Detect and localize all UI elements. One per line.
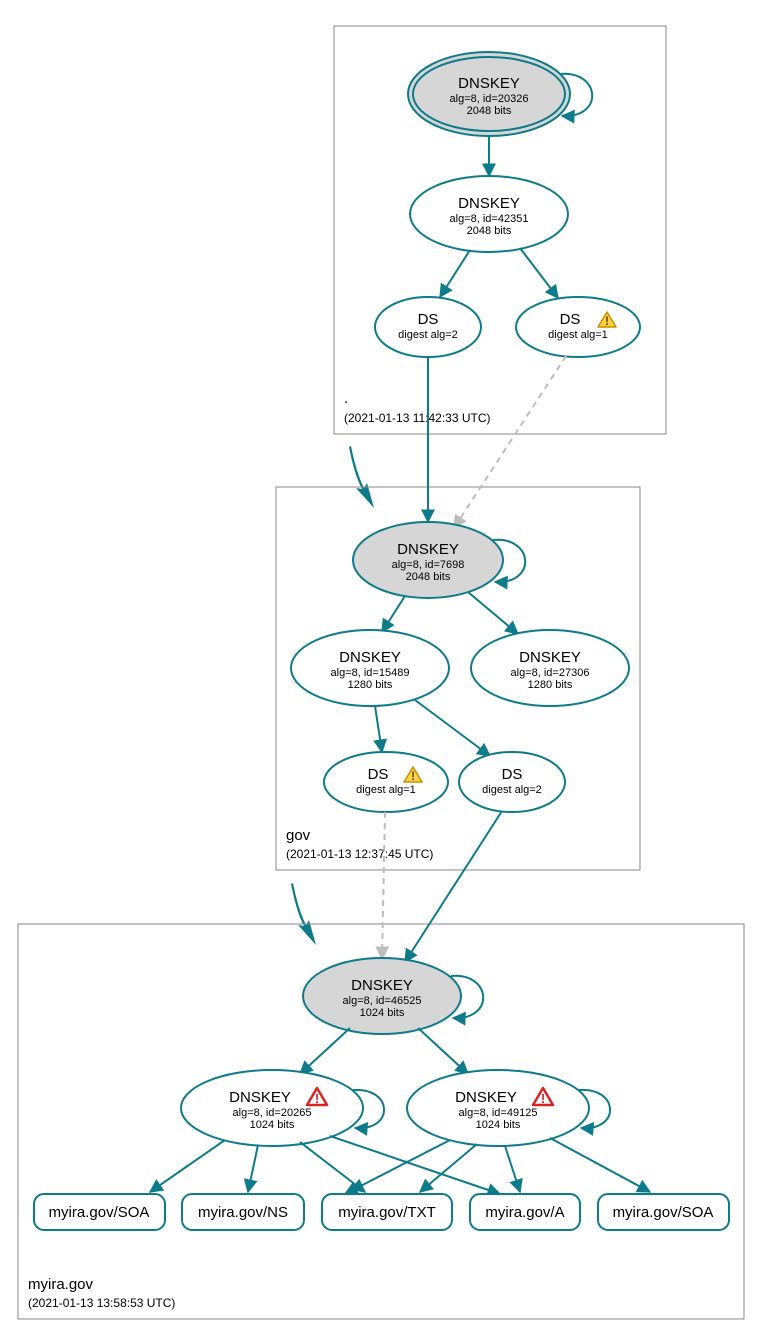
node-gov-zsk1: DNSKEY alg=8, id=15489 1280 bits xyxy=(291,630,449,706)
svg-text:alg=8, id=46525: alg=8, id=46525 xyxy=(343,995,422,1007)
svg-text:1280 bits: 1280 bits xyxy=(348,679,393,691)
svg-text:1280 bits: 1280 bits xyxy=(528,679,573,691)
svg-text:digest alg=1: digest alg=1 xyxy=(356,784,416,796)
svg-text:alg=8, id=7698: alg=8, id=7698 xyxy=(392,559,465,571)
node-gov-zsk2: DNSKEY alg=8, id=27306 1280 bits xyxy=(471,630,629,706)
record-a: myira.gov/A xyxy=(470,1194,580,1230)
svg-text:2048 bits: 2048 bits xyxy=(467,105,512,117)
node-gov-ds2: DS digest alg=2 xyxy=(459,752,565,812)
svg-text:alg=8, id=20265: alg=8, id=20265 xyxy=(233,1107,312,1119)
svg-text:digest alg=1: digest alg=1 xyxy=(548,329,608,341)
svg-text:alg=8, id=42351: alg=8, id=42351 xyxy=(450,213,529,225)
svg-text:1024 bits: 1024 bits xyxy=(360,1007,405,1019)
node-myira-ksk: DNSKEY alg=8, id=46525 1024 bits xyxy=(303,958,461,1034)
svg-text:DNSKEY: DNSKEY xyxy=(397,541,459,558)
svg-text:myira.gov/TXT: myira.gov/TXT xyxy=(338,1204,436,1221)
svg-text:!: ! xyxy=(605,314,609,328)
zone-label-root: . xyxy=(344,390,348,407)
node-myira-zsk2: DNSKEY alg=8, id=49125 1024 bits ! xyxy=(407,1070,589,1146)
node-gov-ksk: DNSKEY alg=8, id=7698 2048 bits xyxy=(353,522,503,598)
svg-text:DNSKEY: DNSKEY xyxy=(229,1089,291,1106)
node-root-zsk: DNSKEY alg=8, id=42351 2048 bits xyxy=(410,176,568,252)
record-soa-1: myira.gov/SOA xyxy=(34,1194,165,1230)
svg-text:digest alg=2: digest alg=2 xyxy=(398,329,458,341)
node-myira-zsk1: DNSKEY alg=8, id=20265 1024 bits ! xyxy=(181,1070,363,1146)
svg-text:myira.gov/NS: myira.gov/NS xyxy=(198,1204,288,1221)
svg-text:DNSKEY: DNSKEY xyxy=(455,1089,517,1106)
node-root-ksk: DNSKEY alg=8, id=20326 2048 bits xyxy=(408,52,570,136)
svg-text:myira.gov/SOA: myira.gov/SOA xyxy=(613,1204,714,1221)
node-root-ds2: DS digest alg=2 xyxy=(375,297,481,357)
svg-text:DS: DS xyxy=(418,311,439,328)
svg-text:DNSKEY: DNSKEY xyxy=(458,195,520,212)
svg-text:!: ! xyxy=(411,769,415,783)
node-gov-ds1: DS digest alg=1 ! xyxy=(324,752,448,812)
record-txt: myira.gov/TXT xyxy=(322,1194,452,1230)
svg-text:DNSKEY: DNSKEY xyxy=(458,75,520,92)
node-root-ds1: DS digest alg=1 ! xyxy=(516,297,640,357)
record-ns: myira.gov/NS xyxy=(182,1194,304,1230)
svg-text:alg=8, id=15489: alg=8, id=15489 xyxy=(331,667,410,679)
svg-text:DNSKEY: DNSKEY xyxy=(351,977,413,994)
zone-delegation-arrow-2 xyxy=(291,883,316,945)
svg-text:alg=8, id=27306: alg=8, id=27306 xyxy=(511,667,590,679)
svg-text:2048 bits: 2048 bits xyxy=(467,225,512,237)
svg-text:DNSKEY: DNSKEY xyxy=(339,649,401,666)
svg-text:DS: DS xyxy=(560,311,581,328)
svg-text:DS: DS xyxy=(502,766,523,783)
svg-text:!: ! xyxy=(315,1091,319,1106)
svg-text:myira.gov/A: myira.gov/A xyxy=(485,1204,564,1221)
zone-label-gov: gov xyxy=(286,827,311,844)
svg-text:DNSKEY: DNSKEY xyxy=(519,649,581,666)
svg-text:digest alg=2: digest alg=2 xyxy=(482,784,542,796)
record-soa-2: myira.gov/SOA xyxy=(598,1194,729,1230)
svg-text:myira.gov/SOA: myira.gov/SOA xyxy=(49,1204,150,1221)
svg-text:alg=8, id=49125: alg=8, id=49125 xyxy=(459,1107,538,1119)
svg-text:DS: DS xyxy=(368,766,389,783)
svg-text:1024 bits: 1024 bits xyxy=(476,1119,521,1131)
svg-text:!: ! xyxy=(541,1091,545,1106)
zone-timestamp-gov: (2021-01-13 12:37:45 UTC) xyxy=(286,847,433,861)
svg-text:2048 bits: 2048 bits xyxy=(406,571,451,583)
zone-label-myira: myira.gov xyxy=(28,1276,94,1293)
zone-timestamp-myira: (2021-01-13 13:58:53 UTC) xyxy=(28,1296,175,1310)
svg-text:1024 bits: 1024 bits xyxy=(250,1119,295,1131)
zone-delegation-arrow xyxy=(349,446,374,508)
zone-timestamp-root: (2021-01-13 11:42:33 UTC) xyxy=(344,411,491,425)
svg-text:alg=8, id=20326: alg=8, id=20326 xyxy=(450,93,529,105)
dnssec-graph: . (2021-01-13 11:42:33 UTC) DNSKEY alg=8… xyxy=(0,0,760,1342)
